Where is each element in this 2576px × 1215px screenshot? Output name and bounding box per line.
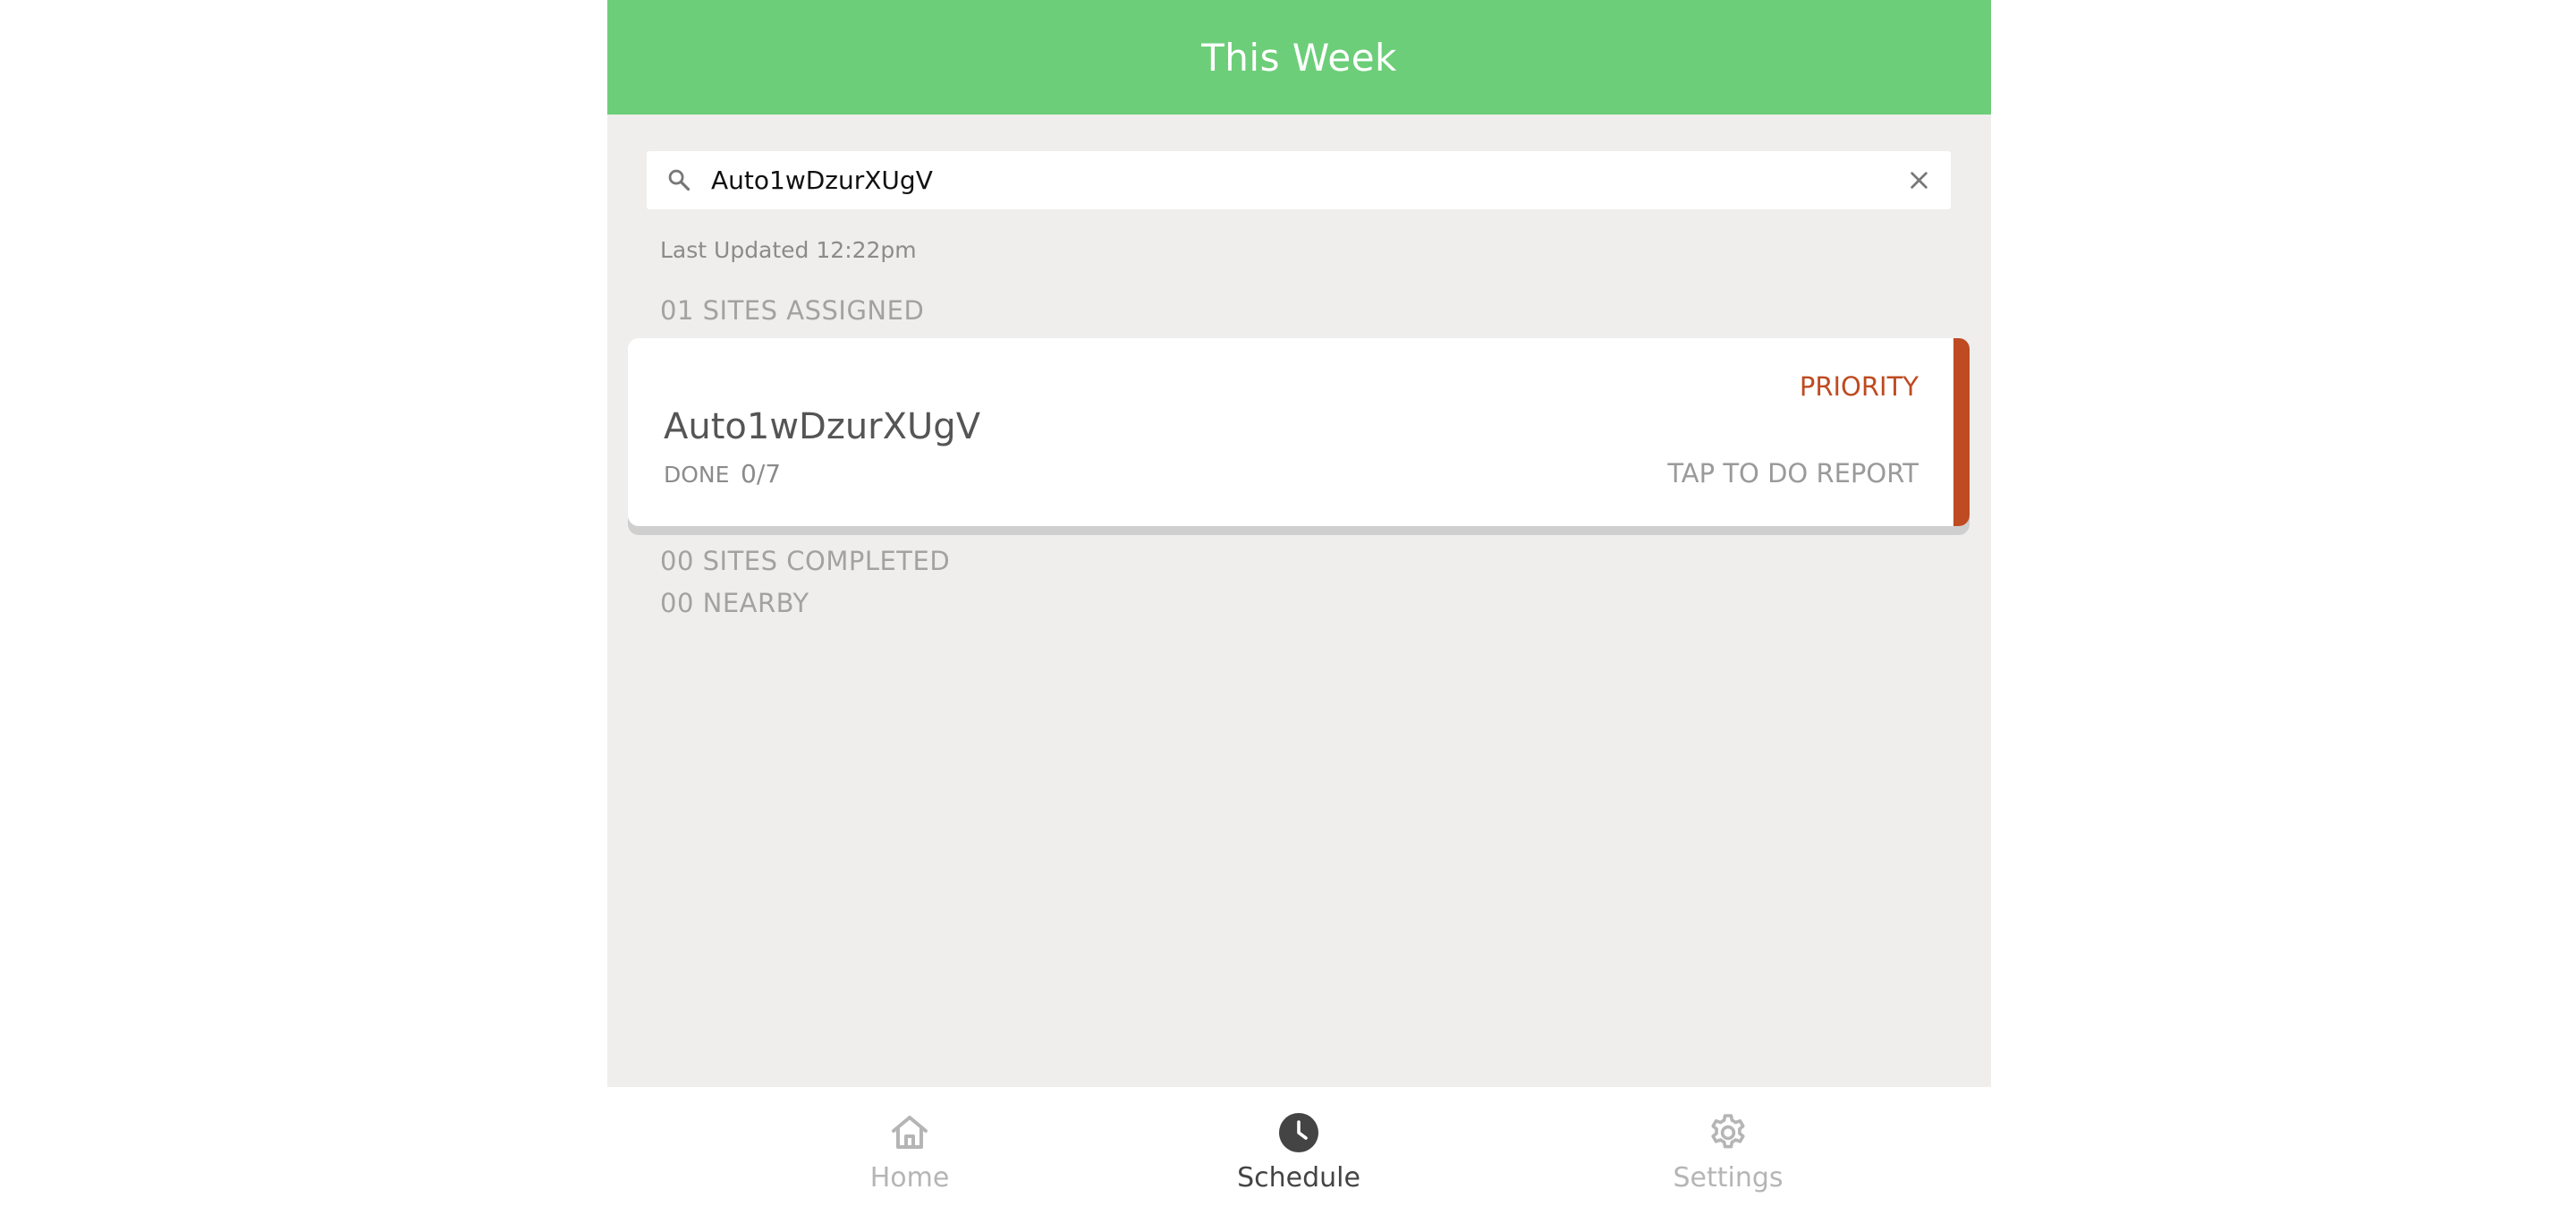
nav-home-label: Home	[869, 1162, 950, 1194]
header-bar: This Week	[607, 0, 1991, 115]
gear-icon	[1711, 1114, 1745, 1149]
nav-settings[interactable]: Settings	[1612, 1087, 1844, 1215]
site-name: Auto1wDzurXUgV	[664, 406, 981, 447]
priority-accent-bar	[1953, 338, 1970, 526]
nav-schedule-label: Schedule	[1237, 1162, 1360, 1194]
site-card[interactable]: PRIORITY Auto1wDzurXUgV DONE 0/7 TAP TO …	[628, 338, 1970, 526]
app-screen: This Week Last Updated 12:22pm 01 SITES …	[607, 0, 1991, 1215]
nav-home[interactable]: Home	[793, 1087, 1026, 1215]
sites-assigned-label: 01 SITES ASSIGNED	[660, 295, 925, 326]
page-title: This Week	[1201, 35, 1397, 80]
clear-search-icon[interactable]	[1907, 168, 1931, 192]
done-count: 0/7	[741, 459, 782, 489]
priority-badge: PRIORITY	[1799, 371, 1919, 402]
tap-to-do-report-link[interactable]: TAP TO DO REPORT	[1667, 458, 1919, 489]
clock-icon	[1279, 1113, 1318, 1152]
last-updated-text: Last Updated 12:22pm	[660, 237, 917, 263]
nav-schedule[interactable]: Schedule	[1182, 1087, 1415, 1215]
search-input[interactable]	[711, 151, 1874, 209]
sites-completed-label: 00 SITES COMPLETED	[660, 546, 951, 576]
home-icon	[892, 1116, 928, 1149]
search-icon	[668, 169, 691, 191]
bottom-navigation: Home Schedule Settings	[607, 1087, 1991, 1215]
done-label: DONE	[664, 462, 730, 488]
search-bar[interactable]	[647, 151, 1951, 209]
nav-settings-label: Settings	[1673, 1162, 1784, 1194]
nearby-label: 00 NEARBY	[660, 588, 809, 618]
